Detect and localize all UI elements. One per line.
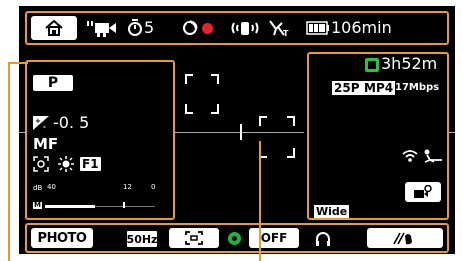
home-button[interactable] <box>31 16 77 40</box>
scene-mode-icon: T <box>269 20 289 37</box>
af-frame-bl <box>185 104 193 114</box>
audio-level-bar <box>45 205 95 208</box>
center-marker <box>240 124 242 140</box>
record-dot <box>202 23 213 34</box>
focus-mode-label: MF <box>33 135 59 153</box>
audio-level-tick <box>123 202 125 208</box>
home-icon <box>45 20 63 36</box>
tripod-icon <box>424 149 442 163</box>
photo-button-label: PHOTO <box>37 230 87 246</box>
callout-left-vertical <box>8 62 10 261</box>
movie-camera-icon <box>87 21 116 37</box>
audio-level-track <box>95 206 155 207</box>
self-timer-icon <box>128 19 142 36</box>
headphone-icon[interactable] <box>315 231 331 247</box>
zoom-off-button[interactable]: OFF <box>249 228 299 248</box>
af-frame-tl <box>185 74 193 84</box>
audio-scale-0: 0 <box>151 183 156 191</box>
touch-decide-button[interactable] <box>367 228 443 248</box>
lens-label: Wide <box>314 205 350 218</box>
status-dot-green <box>228 232 241 245</box>
photo-button[interactable]: PHOTO <box>31 228 93 248</box>
exposure-compensation-icon: + - <box>33 116 49 130</box>
audio-scale-12: 12 <box>123 183 132 191</box>
image-stabilizer-icon <box>231 22 259 35</box>
format-label: MP4 <box>362 81 396 95</box>
program-mode-label: P <box>33 75 73 91</box>
flicker-button[interactable]: 50Hz <box>127 231 157 247</box>
svg-text:-: - <box>43 123 46 130</box>
f-label: F1 <box>80 157 101 171</box>
white-balance-daylight-icon <box>58 156 74 172</box>
camera-settings-button[interactable] <box>405 182 441 202</box>
svg-text:+: + <box>35 117 41 125</box>
exposure-value: -0. 5 <box>53 113 90 132</box>
battery-icon <box>306 21 329 35</box>
camera-settings-icon <box>414 185 432 198</box>
bitrate-label: 17Mbps <box>395 82 440 93</box>
focus-frame-icon <box>185 231 203 245</box>
audio-level-icon: dB <box>33 184 42 192</box>
center-frame-tl <box>259 116 267 126</box>
remaining-time: 3h52m <box>381 54 438 73</box>
svg-text:dB: dB <box>33 184 42 192</box>
af-frame-tr <box>211 74 219 84</box>
svg-text:T: T <box>283 29 289 37</box>
recording-count-value: 5 <box>186 22 193 33</box>
callout-center-vertical <box>259 141 261 261</box>
camera-display: 5 5 T 106min P + - -0. 5 MF F1 dB 40 12 … <box>19 6 455 254</box>
center-frame-br <box>287 148 295 158</box>
flicker-label: 50Hz <box>126 232 158 246</box>
callout-left-horizontal <box>8 62 28 64</box>
battery-time: 106min <box>331 18 392 37</box>
horizon-line-right <box>449 132 455 133</box>
self-timer-value: 5 <box>144 18 155 37</box>
frame-rate-label: 25P <box>332 81 362 95</box>
zoom-off-label: OFF <box>260 231 288 245</box>
face-detection-icon <box>33 156 49 172</box>
focus-frame-button[interactable] <box>169 228 219 248</box>
wifi-icon <box>402 150 418 162</box>
audio-scale-40: 40 <box>47 183 56 191</box>
horizon-line-mid <box>174 132 304 133</box>
center-frame-tr <box>287 116 295 126</box>
memory-card-icon <box>365 58 379 72</box>
audio-m-label: M <box>33 201 42 209</box>
touch-decide-icon <box>393 232 412 245</box>
af-frame-br <box>211 104 219 114</box>
